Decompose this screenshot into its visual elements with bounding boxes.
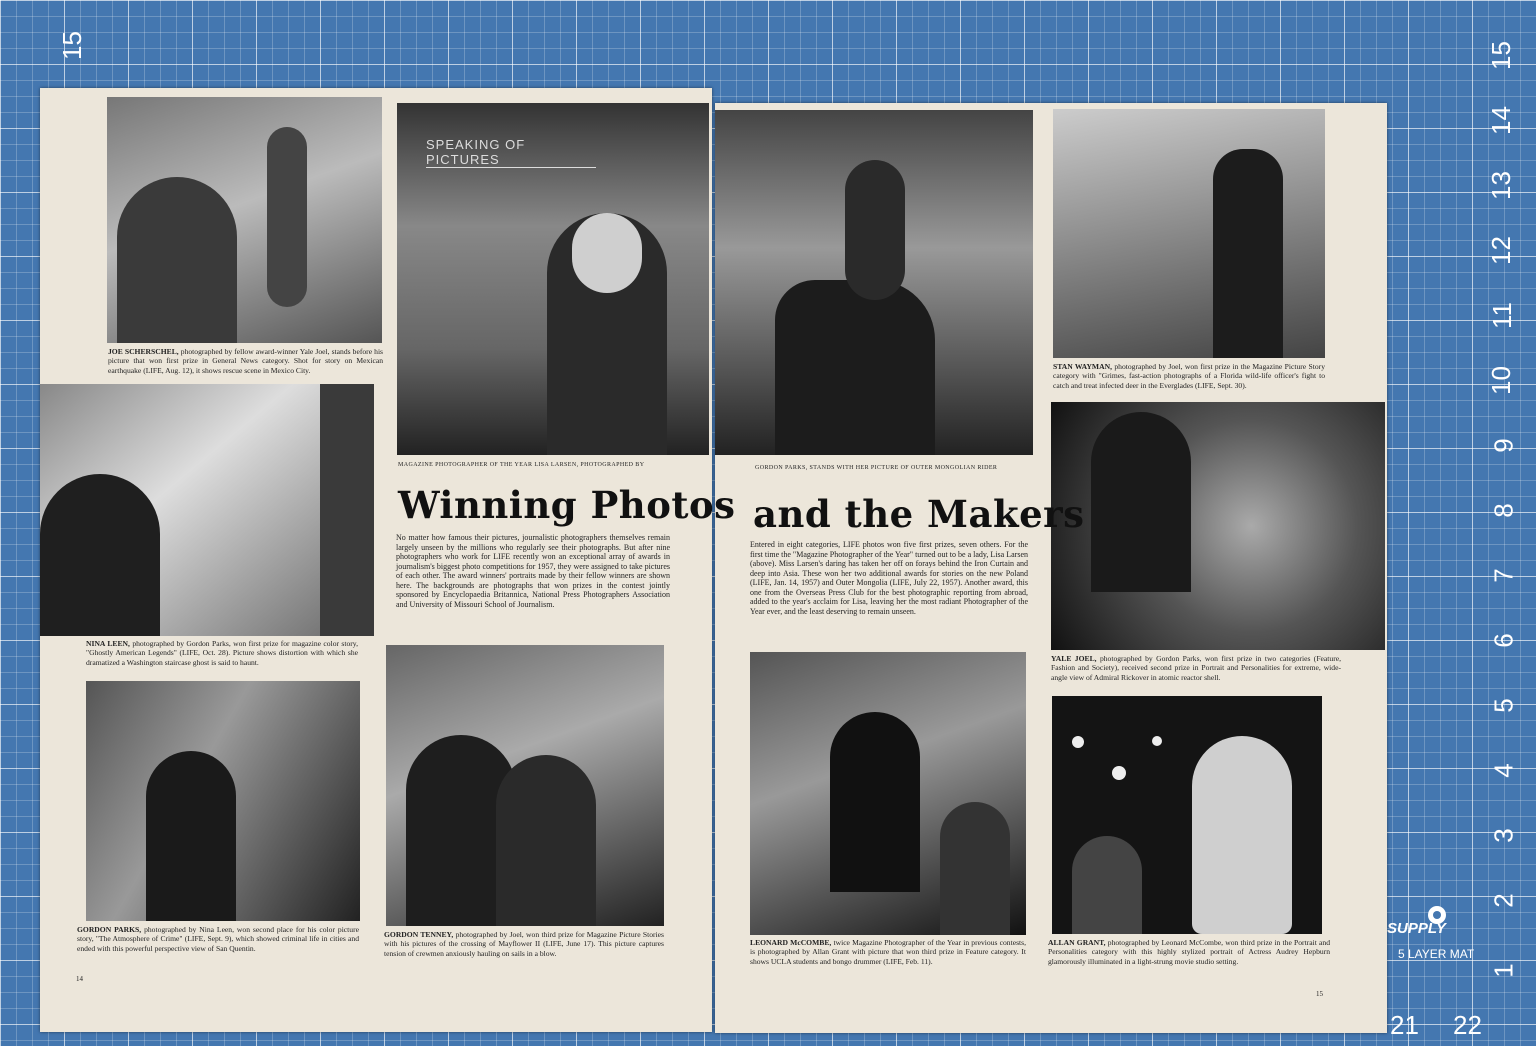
caption-leen: NINA LEEN, photographed by Gordon Parks,…: [86, 639, 358, 667]
caption-mccombe: LEONARD McCOMBE, twice Magazine Photogra…: [750, 938, 1026, 966]
caption-name: STAN WAYMAN,: [1053, 362, 1112, 371]
caption-scherschel: JOE SCHERSCHEL, photographed by fellow a…: [108, 347, 383, 375]
ruler-number: 5: [1488, 698, 1519, 713]
ruler-number: 15: [1486, 41, 1517, 70]
caption-joel: YALE JOEL, photographed by Gordon Parks,…: [1051, 654, 1341, 682]
ruler-number: 9: [1488, 438, 1519, 453]
headline-left: Winning Photos: [398, 483, 736, 527]
ruler-left-number: 15: [56, 31, 87, 60]
caption-name: JOE SCHERSCHEL,: [108, 347, 179, 356]
intro-text-right: Entered in eight categories, LIFE photos…: [750, 540, 1028, 616]
caption-name: ALLAN GRANT,: [1048, 938, 1106, 947]
top-ruler: 15: [0, 0, 1536, 80]
lead-caption-right: GORDON PARKS, STANDS WITH HER PICTURE OF…: [755, 465, 998, 471]
ruler-number: 3: [1488, 828, 1519, 843]
grant-photo: [1052, 696, 1322, 934]
intro-text-left: No matter how famous their pictures, jou…: [396, 533, 670, 609]
ruler-number: 8: [1488, 503, 1519, 518]
leen-photo: [40, 384, 374, 636]
ruler-number: 7: [1488, 568, 1519, 583]
ruler-number: 6: [1488, 633, 1519, 648]
ruler-bottom-number: 21: [1390, 1010, 1419, 1040]
ruler-number: 2: [1488, 893, 1519, 908]
scherschel-photo: [107, 97, 382, 343]
ruler-number: 10: [1486, 366, 1517, 395]
brand-name: SUPPLY: [1387, 920, 1448, 937]
section-kicker: SPEAKING OF PICTURES: [426, 137, 596, 168]
caption-wayman: STAN WAYMAN, photographed by Joel, won f…: [1053, 362, 1325, 390]
mat-brand-sub: 5 LAYER MAT: [1398, 947, 1475, 961]
caption-name: GORDON PARKS,: [77, 925, 142, 934]
caption-name: LEONARD McCOMBE,: [750, 938, 832, 947]
mat-brand-logo: SUPPLY: [1387, 905, 1463, 945]
tenney-photo: [386, 645, 664, 926]
mccombe-photo: [750, 652, 1026, 935]
right-ruler: 15 14 13 12 11 10 9 8 7 6 5 4 3 2 1: [1446, 0, 1536, 1046]
ruler-number: 14: [1486, 106, 1517, 135]
parks-photo: [86, 681, 360, 921]
page-number-right: 15: [1316, 990, 1323, 998]
page-number-left: 14: [76, 975, 83, 983]
ruler-number: 1: [1488, 963, 1519, 978]
caption-parks: GORDON PARKS, photographed by Nina Leen,…: [77, 925, 359, 953]
caption-name: GORDON TENNEY,: [384, 930, 454, 939]
wayman-photo: [1053, 109, 1325, 358]
mongolian-rider-photo: [715, 110, 1033, 455]
ruler-number: 12: [1486, 236, 1517, 265]
lead-caption-left: MAGAZINE PHOTOGRAPHER OF THE YEAR LISA L…: [398, 462, 645, 468]
caption-name: YALE JOEL,: [1051, 654, 1097, 663]
caption-tenney: GORDON TENNEY, photographed by Joel, won…: [384, 930, 664, 958]
ruler-number: 13: [1486, 171, 1517, 200]
caption-name: NINA LEEN,: [86, 639, 130, 648]
ruler-number: 11: [1487, 302, 1517, 329]
joel-photo: [1051, 402, 1385, 650]
ruler-bottom-number: 22: [1453, 1010, 1482, 1040]
headline-right: and the Makers: [753, 492, 1085, 536]
ruler-number: 4: [1488, 763, 1519, 778]
caption-grant: ALLAN GRANT, photographed by Leonard McC…: [1048, 938, 1330, 966]
